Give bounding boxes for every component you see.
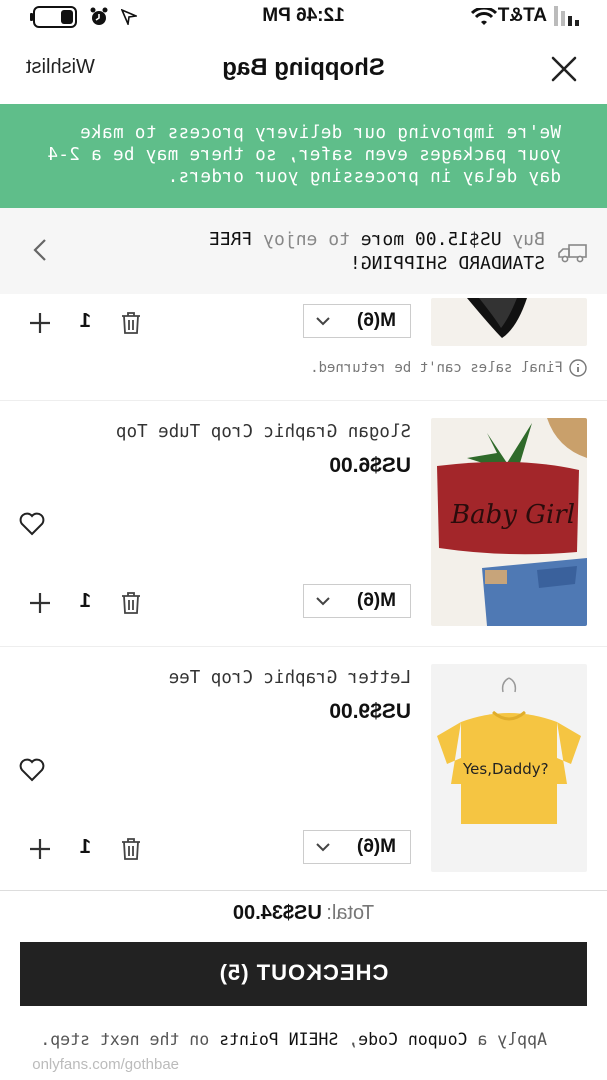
quantity-value: 1 xyxy=(79,310,91,332)
product-price: US$9.00 xyxy=(329,700,411,723)
cart-item: Baby Girl Slogan Graphic Crop Tube Top U… xyxy=(0,402,607,642)
quantity-value: 1 xyxy=(79,836,91,858)
coupon-sep: , xyxy=(338,1030,359,1049)
crop-tee-thumbnail: Yes,Daddy? xyxy=(437,677,581,824)
crop-tee-print: Yes,Daddy? xyxy=(462,760,549,778)
divider xyxy=(0,890,607,891)
order-total: Total: US$34.00 xyxy=(0,902,607,925)
total-label: Total: xyxy=(326,902,375,924)
coupon-code-link[interactable]: Coupon Code xyxy=(358,1030,467,1049)
product-name[interactable]: Letter Graphic Crop Tee xyxy=(169,668,411,688)
size-value: M(6) xyxy=(356,590,396,611)
product-image: Baby Girl xyxy=(431,418,587,626)
header: Shopping Bag Wishlist xyxy=(0,34,607,104)
coupon-prefix: Apply a xyxy=(467,1030,547,1049)
shein-points-link[interactable]: SHEIN Points xyxy=(219,1030,338,1049)
product-name[interactable]: Slogan Graphic Crop Tube Top xyxy=(116,422,411,442)
chevron-down-icon xyxy=(316,843,330,852)
free-shipping-text: Buy US$15.00 more to enjoy FREE STANDARD… xyxy=(165,228,545,276)
alarm-icon xyxy=(90,7,108,25)
trash-icon[interactable] xyxy=(121,312,141,334)
total-value: US$34.00 xyxy=(232,902,322,924)
size-value: M(6) xyxy=(356,836,396,857)
info-icon xyxy=(569,359,587,377)
location-icon xyxy=(121,9,137,25)
heart-icon[interactable] xyxy=(19,758,45,782)
plus-icon[interactable] xyxy=(29,592,51,614)
plus-icon[interactable] xyxy=(29,312,51,334)
plus-icon[interactable] xyxy=(29,838,51,860)
wishlist-link[interactable]: Wishlist xyxy=(26,56,95,79)
size-value: M(6) xyxy=(356,310,396,331)
shipping-middle: to enjoy xyxy=(252,229,361,250)
chevron-right-icon[interactable] xyxy=(33,238,47,262)
status-bar: AT&T 12:46 PM xyxy=(0,0,607,34)
banner-message: We're improving our delivery process to … xyxy=(47,123,561,187)
tube-top-print: Baby Girl xyxy=(450,500,575,530)
free-shipping-row[interactable]: Buy US$15.00 more to enjoy FREE STANDARD… xyxy=(0,208,607,294)
product-image: Yes,Daddy? xyxy=(431,664,587,872)
mirrored-screen: AT&T 12:46 PM Shopping Bag Wishlist We'r… xyxy=(0,0,607,1080)
size-select[interactable]: M(6) xyxy=(303,304,411,338)
cart-item: Yes,Daddy? Letter Graphic Crop Tee US$9.… xyxy=(0,648,607,888)
chevron-down-icon xyxy=(316,317,330,326)
quantity-value: 1 xyxy=(79,590,91,612)
checkout-button[interactable]: CHECKOUT (5) xyxy=(20,942,587,1006)
product-price: US$6.00 xyxy=(329,454,411,477)
truck-icon xyxy=(558,244,587,263)
chevron-down-icon xyxy=(316,597,330,606)
size-select[interactable]: M(6) xyxy=(303,584,411,618)
divider xyxy=(0,646,607,647)
checkout-label: CHECKOUT (5) xyxy=(218,960,389,985)
product-image xyxy=(431,298,587,346)
delivery-notice-banner: We're improving our delivery process to … xyxy=(0,104,607,208)
coupon-suffix: on the next step. xyxy=(40,1030,220,1049)
size-select[interactable]: M(6) xyxy=(303,830,411,864)
cart-item: M(6) 1 Final sales can't be returned. xyxy=(0,294,607,394)
tube-top-thumbnail: Baby Girl xyxy=(437,418,587,626)
trash-icon[interactable] xyxy=(121,838,141,860)
lingerie-thumbnail xyxy=(467,298,527,338)
divider xyxy=(0,400,607,401)
coupon-note: Apply a Coupon Code, SHEIN Points on the… xyxy=(40,1030,547,1049)
heart-icon[interactable] xyxy=(19,512,45,536)
shipping-amount: US$15.00 more xyxy=(360,229,502,250)
watermark: onlyfans.com/gothbae xyxy=(32,1056,179,1073)
trash-icon[interactable] xyxy=(121,592,141,614)
final-sale-text: Final sales can't be returned. xyxy=(310,360,563,376)
battery-icon xyxy=(30,6,77,28)
shipping-prefix: Buy xyxy=(501,229,545,250)
